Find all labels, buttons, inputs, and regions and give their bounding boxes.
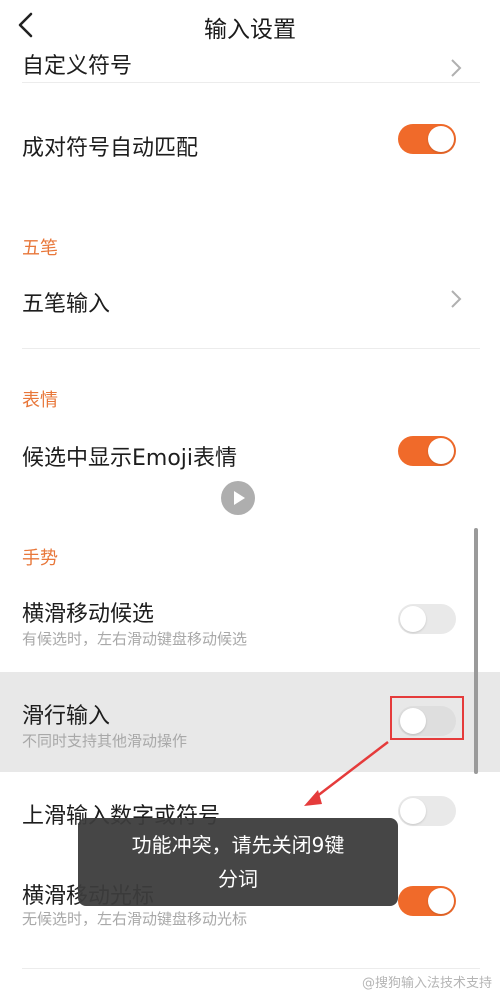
- toast-line-1: 功能冲突，请先关闭9键: [131, 833, 345, 857]
- toast-line-2: 分词: [218, 867, 258, 891]
- conflict-toast: 功能冲突，请先关闭9键 分词: [78, 818, 398, 906]
